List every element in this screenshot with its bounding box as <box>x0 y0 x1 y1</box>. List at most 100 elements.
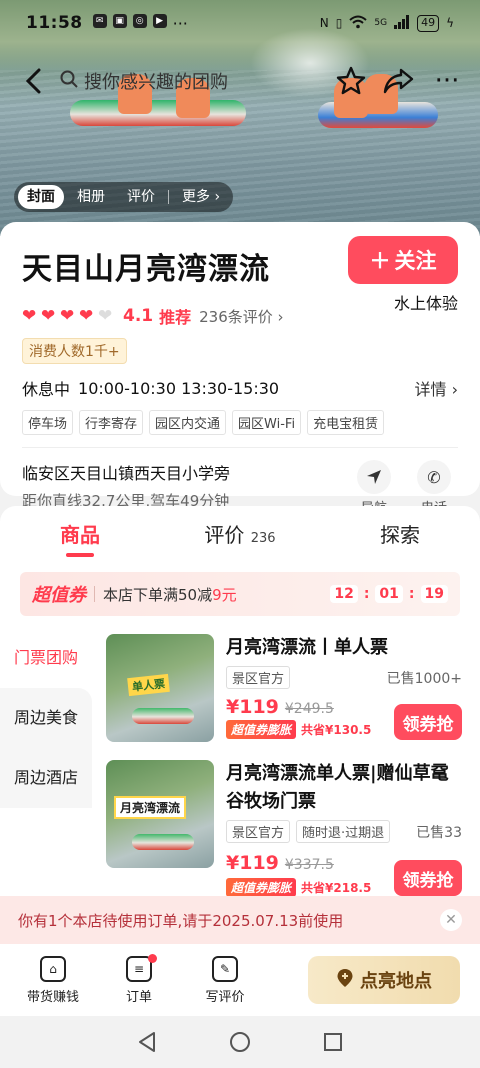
status-time: 11:58 <box>26 13 83 33</box>
phone-icon: ✆ <box>417 460 451 494</box>
media-tab-more[interactable]: 更多 › <box>173 185 229 209</box>
product-card[interactable]: 单人票 月亮湾漂流丨单人票 景区官方 已售1000+ ¥119 ¥249.5 超… <box>106 634 462 742</box>
wechat-icon: ✉ <box>92 13 107 28</box>
category-sidebar: 门票团购 周边美食 周边酒店 <box>0 628 92 808</box>
review-count-link[interactable]: 236条评价 › <box>199 306 283 327</box>
write-review-label: 写评价 <box>205 989 245 1005</box>
network-label: 5G <box>374 18 388 28</box>
vibrate-icon: ▯ <box>335 16 343 30</box>
rating-row[interactable]: ❤ ❤ ❤ ❤ ❤ 4.1 推荐 236条评价 › <box>22 304 458 328</box>
play-icon: ▶ <box>152 13 167 28</box>
location-pin-icon <box>336 968 354 993</box>
favorite-star-icon[interactable] <box>334 64 368 98</box>
facility-tag: 园区Wi-Fi <box>232 410 302 435</box>
product-tags: 景区官方 随时退·过期退 <box>226 820 391 843</box>
tab-reviews[interactable]: 评价 236 <box>160 519 320 548</box>
content-tabs: 商品 评价 236 探索 <box>0 506 480 560</box>
reminder-text: 你有1个本店待使用订单,请于2025.07.13前使用 <box>18 911 344 930</box>
product-name: 月亮湾漂流丨单人票 <box>226 637 388 658</box>
thumbnail-label: 月亮湾漂流 <box>114 796 187 819</box>
share-icon[interactable] <box>382 64 416 98</box>
media-tab-reviews[interactable]: 评价 <box>118 185 164 209</box>
price-row: ¥119 ¥249.5 <box>226 696 334 718</box>
system-navigation-bar <box>0 1016 480 1068</box>
media-tab-album[interactable]: 相册 <box>68 185 114 209</box>
system-home-icon[interactable] <box>229 1031 251 1053</box>
nfc-icon: N <box>319 16 329 30</box>
timer-seconds: 19 <box>420 585 448 603</box>
divider <box>22 447 458 448</box>
close-icon[interactable]: ✕ <box>440 909 462 931</box>
poi-category: 水上体验 <box>393 294 458 313</box>
media-tabs: 封面 相册 评价 更多 › <box>14 182 234 212</box>
business-hours[interactable]: 休息中 10:00-10:30 13:30-15:30 详情 › <box>22 376 458 400</box>
hours-text: 10:00-10:30 13:30-15:30 <box>78 378 280 398</box>
navigation-arrow-icon <box>357 460 391 494</box>
media-tab-divider <box>168 190 169 204</box>
signal-icon <box>394 14 410 32</box>
grab-coupon-button[interactable]: 领券抢 <box>394 704 462 740</box>
facility-tag: 园区内交通 <box>149 410 227 435</box>
product-tag: 随时退·过期退 <box>296 820 391 843</box>
bulb-icon: ◎ <box>132 13 147 28</box>
battery-icon: 49 <box>417 14 440 32</box>
deal-row: 超值券膨胀 共省¥130.5 <box>226 720 371 739</box>
search-input[interactable]: 搜你感兴趣的团购 <box>60 61 322 101</box>
product-thumbnail[interactable]: 月亮湾漂流 <box>106 760 214 868</box>
search-icon <box>60 70 78 93</box>
tab-explore-label: 探索 <box>380 522 420 547</box>
sidebar-item-food[interactable]: 周边美食 <box>0 688 92 748</box>
orders-button[interactable]: ≡ 订单 <box>96 953 182 1005</box>
heart-icon: ❤ <box>79 305 94 326</box>
original-price: ¥337.5 <box>284 857 334 873</box>
media-tab-cover[interactable]: 封面 <box>18 185 64 209</box>
chevron-left-icon <box>25 68 41 94</box>
tab-explore[interactable]: 探索 <box>320 519 480 548</box>
write-review-button[interactable]: ✎ 写评价 <box>182 955 268 1005</box>
original-price: ¥249.5 <box>284 701 334 717</box>
address-line: 临安区天目山镇西天目小学旁 <box>22 464 231 483</box>
tab-goods-label: 商品 <box>60 522 100 547</box>
product-tags: 景区官方 <box>226 666 291 689</box>
rating-hearts: ❤ ❤ ❤ ❤ ❤ <box>22 305 115 326</box>
product-tag: 景区官方 <box>226 666 291 689</box>
heart-empty-icon: ❤ <box>98 305 113 326</box>
search-placeholder: 搜你感兴趣的团购 <box>84 72 228 93</box>
status-bar: 11:58 ✉ ▣ ◎ ▶ ··· N ▯ 5G 49 ϟ <box>0 0 480 46</box>
product-card[interactable]: 月亮湾漂流 月亮湾漂流单人票|赠仙草鼋谷牧场门票 景区官方 随时退·过期退 已售… <box>106 760 462 897</box>
product-thumbnail[interactable]: 单人票 <box>106 634 214 742</box>
follow-button[interactable]: ＋ 关注 <box>348 236 458 284</box>
heart-icon: ❤ <box>41 305 56 326</box>
grab-coupon-button[interactable]: 领券抢 <box>394 860 462 896</box>
tab-goods[interactable]: 商品 <box>0 519 160 557</box>
sidebar-item-hotels[interactable]: 周边酒店 <box>0 748 92 808</box>
facility-tags[interactable]: 停车场 行李寄存 园区内交通 园区Wi-Fi 充电宝租赁 <box>22 410 458 435</box>
light-up-button[interactable]: 点亮地点 <box>308 956 460 1004</box>
notification-icons: ✉ ▣ ◎ ▶ ··· <box>92 13 188 33</box>
more-icon[interactable]: ··· <box>430 64 464 98</box>
rating-score: 4.1 <box>123 306 154 326</box>
deal-tag: 超值券膨胀 <box>226 878 297 897</box>
follow-label: 关注 <box>394 249 437 273</box>
timer-hours: 12 <box>330 585 358 603</box>
hours-detail-link[interactable]: 详情 › <box>415 376 459 400</box>
system-recents-icon[interactable] <box>322 1031 344 1053</box>
product-name: 月亮湾漂流单人票|赠仙草鼋谷牧场门票 <box>226 763 449 812</box>
back-button[interactable] <box>16 64 50 98</box>
promote-button[interactable]: ⌂ 带货赚钱 <box>10 955 96 1005</box>
save-amount: 共省¥218.5 <box>301 881 372 895</box>
coupon-banner[interactable]: 超值券 本店下单满50减9元 12: 01: 19 <box>20 572 460 616</box>
more-dots-icon: ··· <box>172 13 188 33</box>
sidebar-item-tickets[interactable]: 门票团购 <box>0 628 92 688</box>
heart-icon: ❤ <box>22 305 37 326</box>
plus-icon: ＋ <box>369 249 391 273</box>
coupon-desc: 本店下单满50减9元 <box>103 584 237 605</box>
poi-info-card: 天目山月亮湾漂流 ＋ 关注 ❤ ❤ ❤ ❤ ❤ 4.1 推荐 236条评价 › … <box>0 222 480 516</box>
product-tag: 景区官方 <box>226 820 291 843</box>
shop-icon: ⌂ <box>40 955 66 982</box>
sold-count: 已售1000+ <box>386 671 462 687</box>
order-reminder[interactable]: 你有1个本店待使用订单,请于2025.07.13前使用 ✕ <box>0 896 480 944</box>
system-back-icon[interactable] <box>136 1031 158 1053</box>
current-price: ¥119 <box>226 852 279 874</box>
bottom-action-bar: ⌂ 带货赚钱 ≡ 订单 ✎ 写评价 点亮地点 <box>0 944 480 1016</box>
